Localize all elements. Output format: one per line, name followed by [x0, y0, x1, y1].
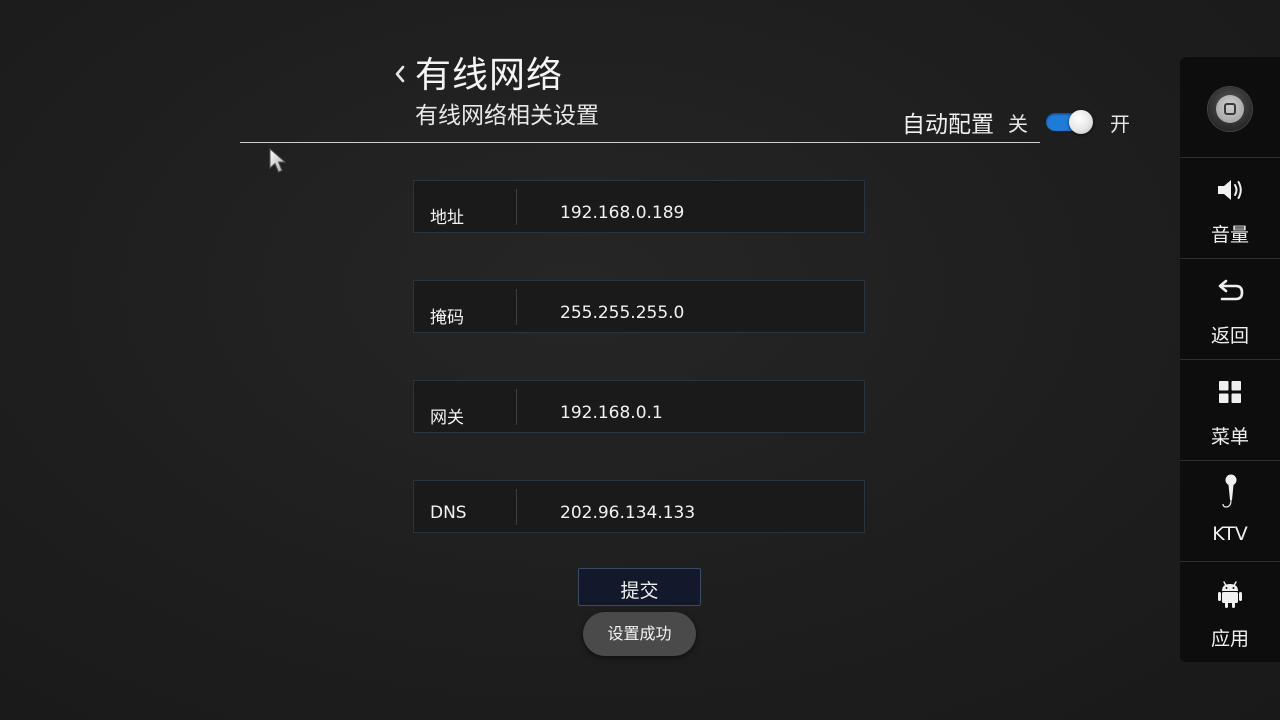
field-separator [516, 389, 517, 425]
gateway-field[interactable]: 网关 192.168.0.1 [413, 380, 865, 433]
volume-icon [1218, 180, 1242, 200]
field-separator [516, 289, 517, 325]
mouse-cursor-icon [269, 147, 287, 173]
home-icon [1208, 87, 1252, 131]
field-separator [516, 489, 517, 525]
field-label: DNS [430, 503, 467, 523]
header-divider [240, 142, 1040, 143]
auto-config-row: 自动配置 关 开 [902, 104, 1130, 140]
dns-value[interactable]: 202.96.134.133 [560, 503, 695, 523]
home-button[interactable] [1180, 57, 1280, 158]
auto-config-toggle[interactable] [1046, 110, 1094, 134]
page-subtitle: 有线网络相关设置 [415, 103, 599, 129]
android-icon [1218, 581, 1242, 608]
toggle-on-label: 开 [1110, 111, 1130, 136]
page-title: 有线网络 [415, 55, 564, 96]
side-item-label: 返回 [1210, 325, 1249, 347]
side-item-label: KTV [1212, 523, 1248, 545]
submit-button[interactable]: 提交 [578, 568, 701, 606]
back-chevron-icon[interactable] [392, 62, 408, 86]
side-item-ktv[interactable]: KTV [1180, 461, 1280, 562]
side-item-label: 应用 [1210, 628, 1249, 650]
auto-config-label: 自动配置 [902, 112, 994, 138]
back-icon [1218, 279, 1244, 301]
side-item-back[interactable]: 返回 [1180, 259, 1280, 360]
network-settings-screen: 有线网络 有线网络相关设置 自动配置 关 开 地址 192.168.0.189 … [0, 0, 1280, 720]
address-value[interactable]: 192.168.0.189 [560, 203, 684, 223]
mask-field[interactable]: 掩码 255.255.255.0 [413, 280, 865, 333]
field-label: 掩码 [430, 308, 464, 328]
side-item-apps[interactable]: 应用 [1180, 562, 1280, 663]
field-label: 网关 [430, 408, 464, 428]
mask-value[interactable]: 255.255.255.0 [560, 303, 684, 323]
side-item-label: 音量 [1210, 224, 1249, 246]
field-separator [516, 189, 517, 225]
dns-field[interactable]: DNS 202.96.134.133 [413, 480, 865, 533]
toggle-off-label: 关 [1008, 111, 1028, 136]
side-panel: 音量 返回 菜单 KTV 应用 [1180, 57, 1280, 662]
menu-grid-icon [1219, 381, 1241, 403]
toggle-knob[interactable] [1069, 110, 1093, 134]
side-item-volume[interactable]: 音量 [1180, 158, 1280, 259]
microphone-icon [1222, 474, 1237, 508]
address-field[interactable]: 地址 192.168.0.189 [413, 180, 865, 233]
field-label: 地址 [430, 208, 464, 228]
side-item-label: 菜单 [1210, 426, 1249, 448]
success-toast: 设置成功 [583, 612, 696, 656]
side-item-menu[interactable]: 菜单 [1180, 360, 1280, 461]
gateway-value[interactable]: 192.168.0.1 [560, 403, 663, 423]
